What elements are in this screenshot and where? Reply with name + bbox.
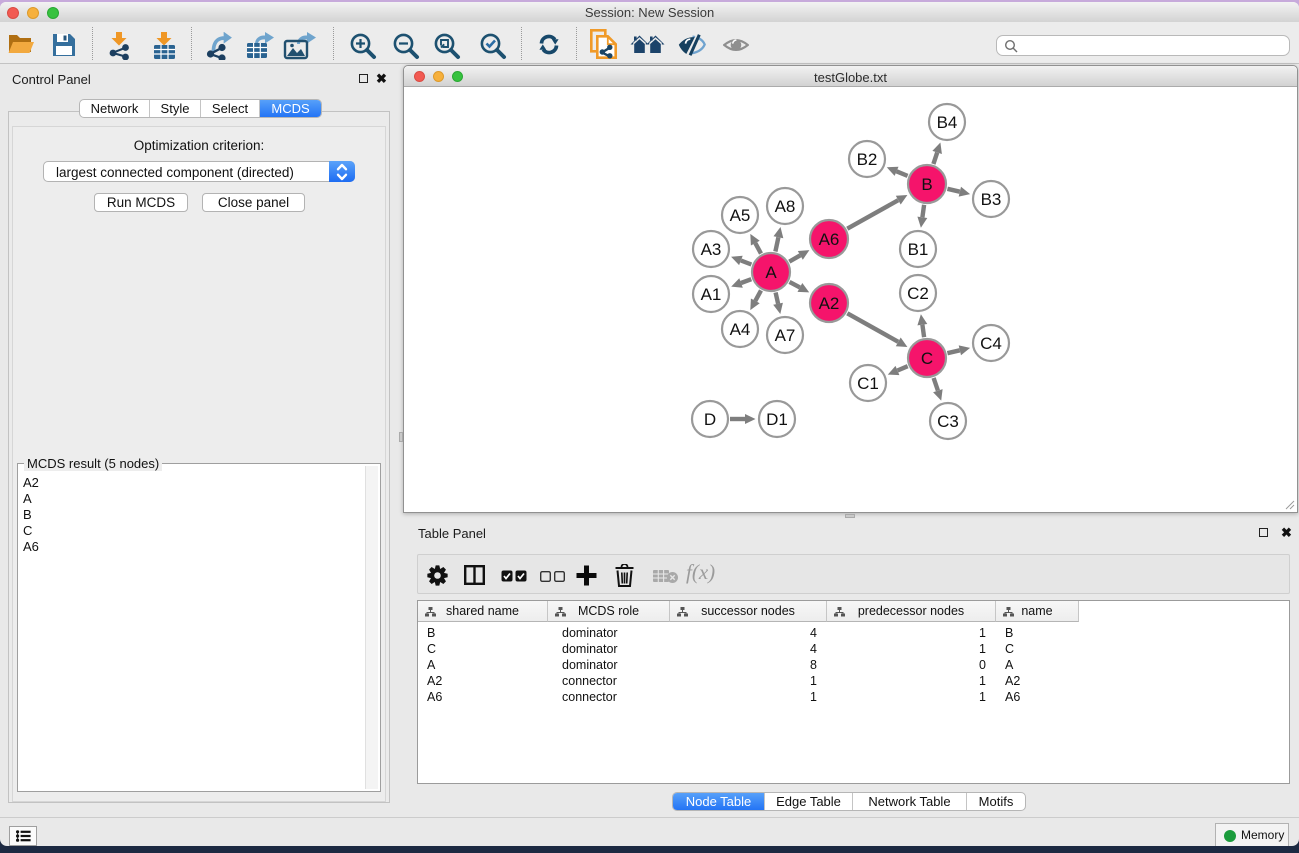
- svg-text:A7: A7: [775, 326, 796, 345]
- svg-text:C1: C1: [857, 374, 879, 393]
- svg-text:B2: B2: [857, 150, 878, 169]
- svg-text:A1: A1: [701, 285, 722, 304]
- svg-text:D1: D1: [766, 410, 788, 429]
- svg-text:A8: A8: [775, 197, 796, 216]
- svg-text:B: B: [921, 175, 932, 194]
- svg-text:A3: A3: [701, 240, 722, 259]
- svg-text:B3: B3: [981, 190, 1002, 209]
- svg-text:C2: C2: [907, 284, 929, 303]
- svg-text:B4: B4: [937, 113, 958, 132]
- svg-text:A6: A6: [819, 230, 840, 249]
- svg-text:C: C: [921, 349, 933, 368]
- svg-text:C4: C4: [980, 334, 1002, 353]
- svg-text:C3: C3: [937, 412, 959, 431]
- svg-text:A: A: [765, 263, 777, 282]
- svg-text:A2: A2: [819, 294, 840, 313]
- svg-text:A4: A4: [730, 320, 751, 339]
- svg-text:D: D: [704, 410, 716, 429]
- svg-text:A5: A5: [730, 206, 751, 225]
- svg-text:B1: B1: [908, 240, 929, 259]
